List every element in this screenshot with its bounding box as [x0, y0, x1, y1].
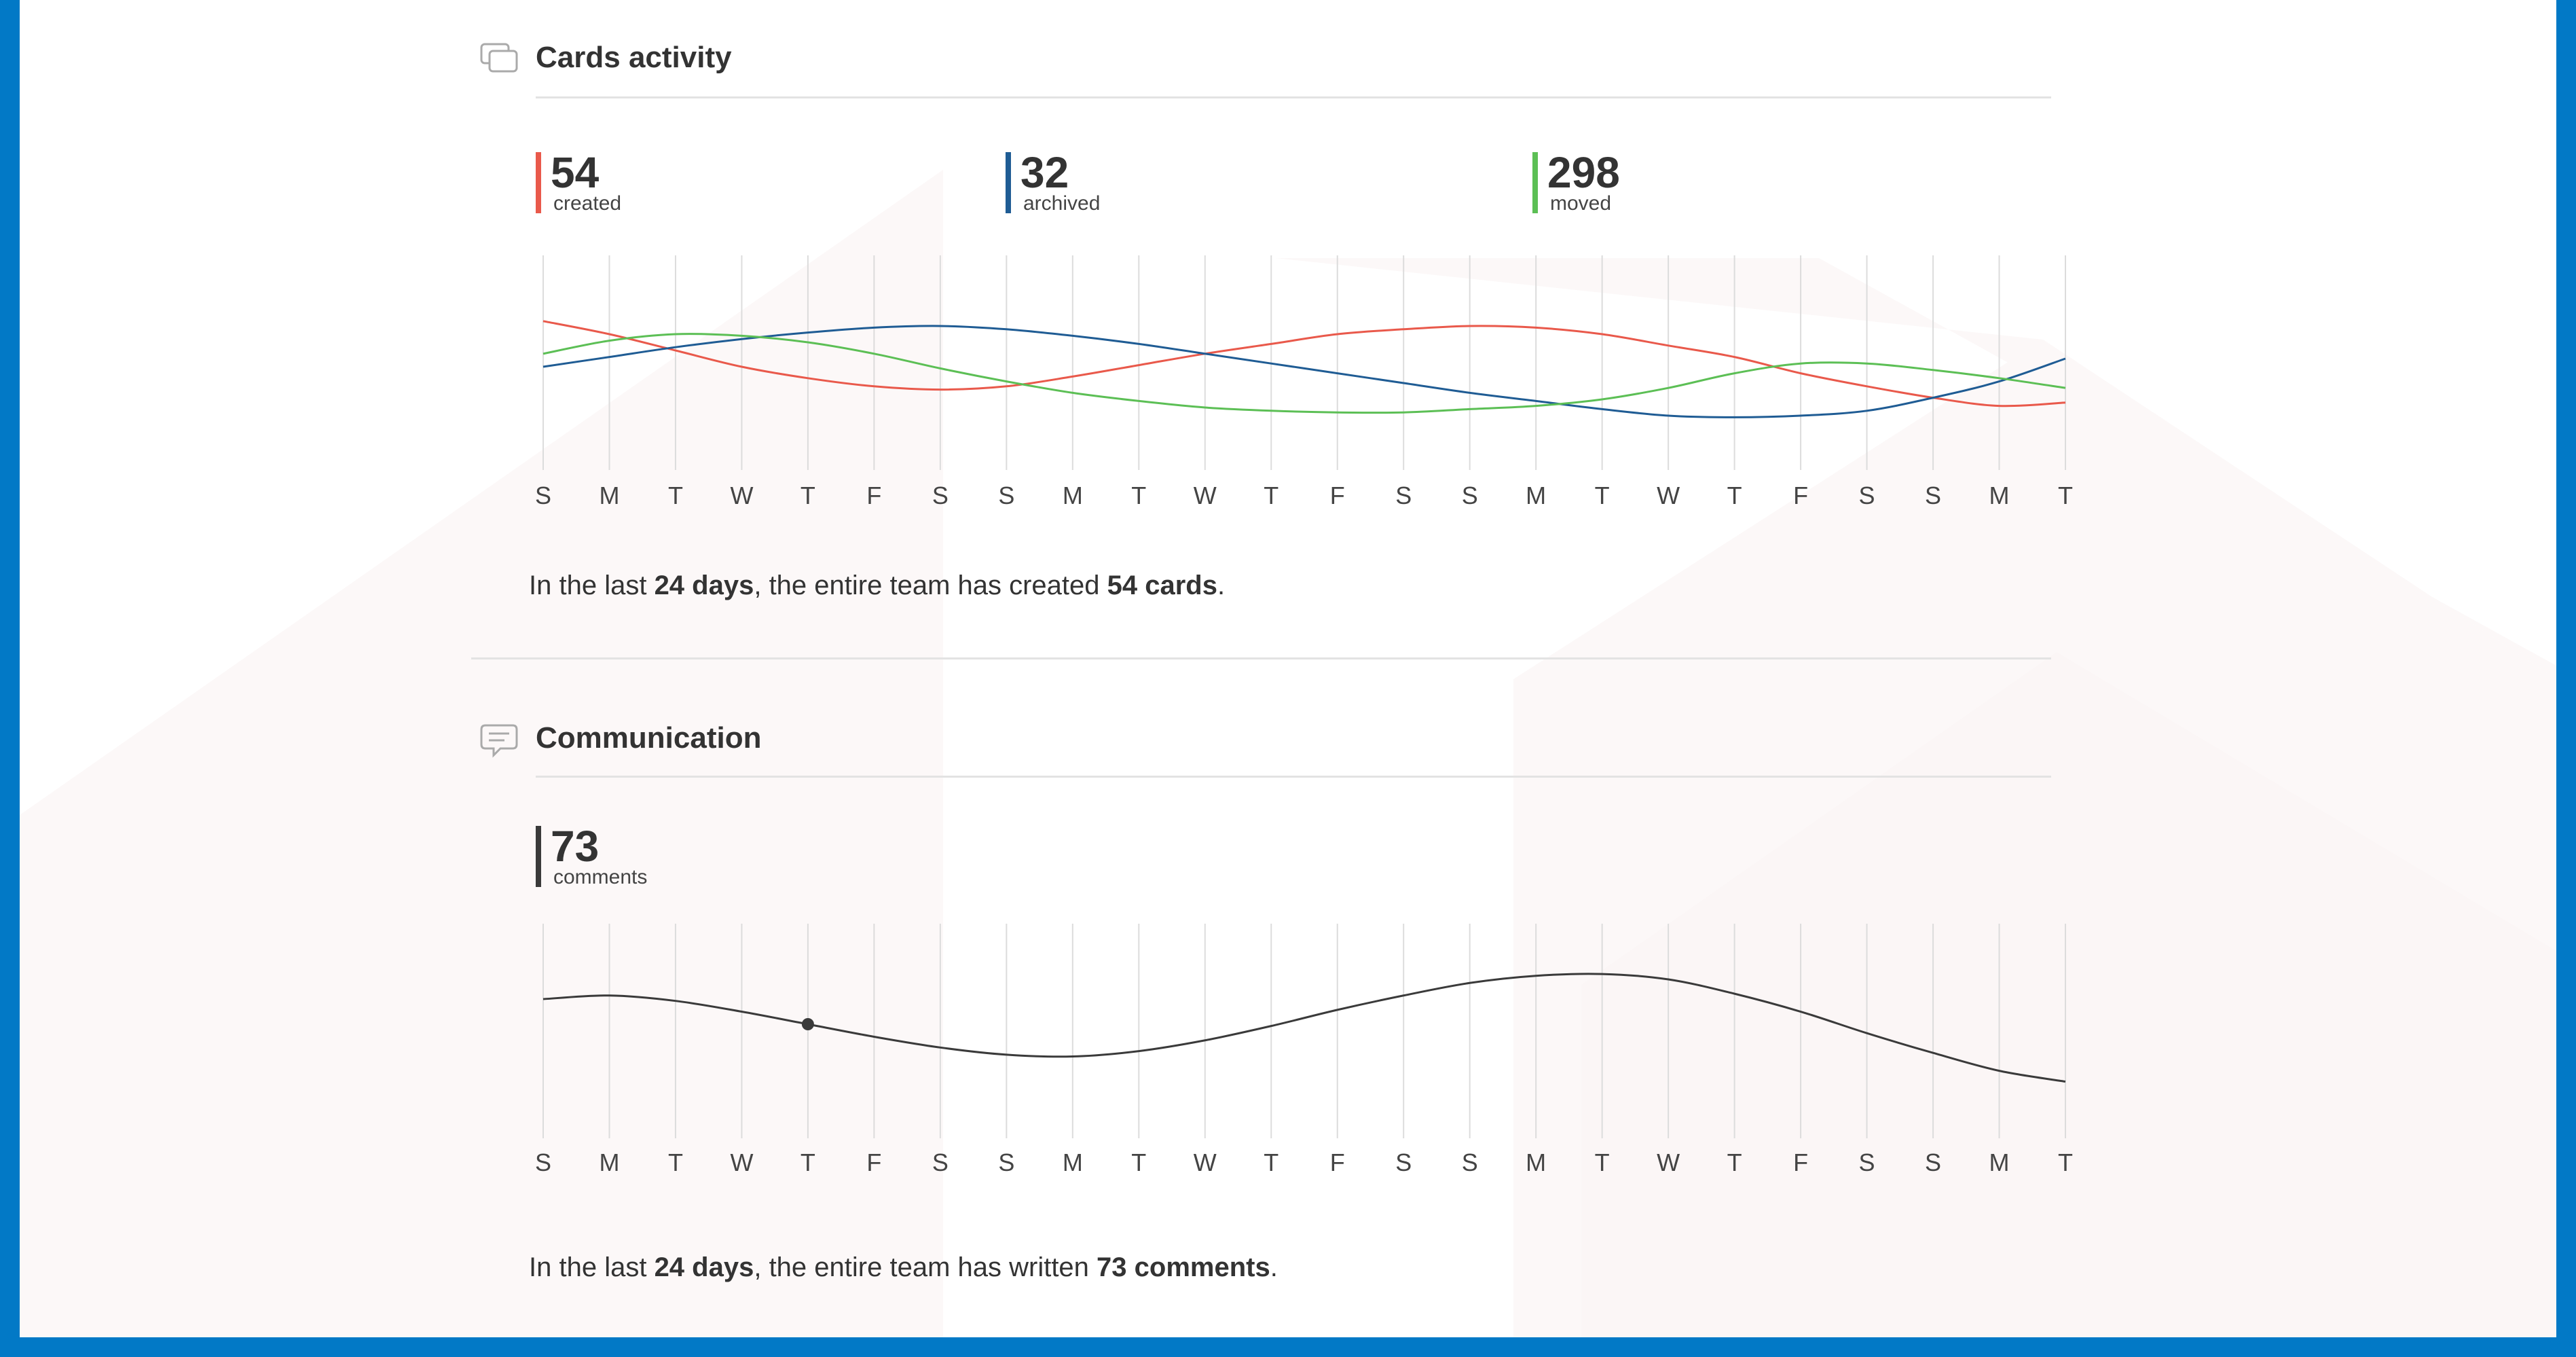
x-tick-label: T	[668, 1148, 683, 1176]
x-tick-label: T	[1131, 1148, 1146, 1176]
x-tick-label: S	[932, 1148, 949, 1176]
summary-suffix: .	[1270, 1252, 1278, 1282]
x-tick-label: S	[1925, 1148, 1941, 1176]
x-tick-label: F	[1793, 1148, 1808, 1176]
x-tick-label: T	[1595, 1148, 1610, 1176]
x-tick-label: T	[1727, 1148, 1742, 1176]
x-tick-label: W	[1194, 1148, 1217, 1176]
report-panel: Cards activity 54 created 32 archived 29…	[20, 0, 2556, 1337]
series-line-comments	[542, 973, 2066, 1083]
summary-days: 24 days	[654, 1252, 754, 1282]
data-point-marker	[801, 1018, 814, 1030]
summary-count: 73 comments	[1097, 1252, 1270, 1282]
x-tick-label: M	[1063, 1148, 1083, 1176]
x-tick-label: M	[599, 1148, 619, 1176]
x-tick-label: M	[1526, 1148, 1546, 1176]
x-tick-label: S	[535, 1148, 551, 1176]
x-tick-label: S	[1859, 1148, 1875, 1176]
x-tick-label: M	[1989, 1148, 2010, 1176]
communication-chart: SMTWTFSSMTWTFSSMTWTFSSMT	[535, 924, 2073, 1176]
summary-prefix: In the last	[529, 1252, 655, 1282]
summary-middle: , the entire team has written	[754, 1252, 1097, 1282]
communication-section: Communication 73 comments SMTWTFSSMTWTFS…	[20, 0, 2556, 1337]
x-tick-label: T	[1264, 1148, 1278, 1176]
x-tick-label: T	[2058, 1148, 2073, 1176]
communication-summary: In the last 24 days, the entire team has…	[529, 1252, 1278, 1283]
x-tick-label: F	[866, 1148, 881, 1176]
x-tick-label: W	[1657, 1148, 1680, 1176]
x-tick-label: S	[1462, 1148, 1478, 1176]
x-tick-label: W	[730, 1148, 753, 1176]
x-tick-label: S	[1395, 1148, 1412, 1176]
x-tick-label: S	[998, 1148, 1014, 1176]
x-tick-label: T	[801, 1148, 815, 1176]
x-tick-label: F	[1330, 1148, 1345, 1176]
